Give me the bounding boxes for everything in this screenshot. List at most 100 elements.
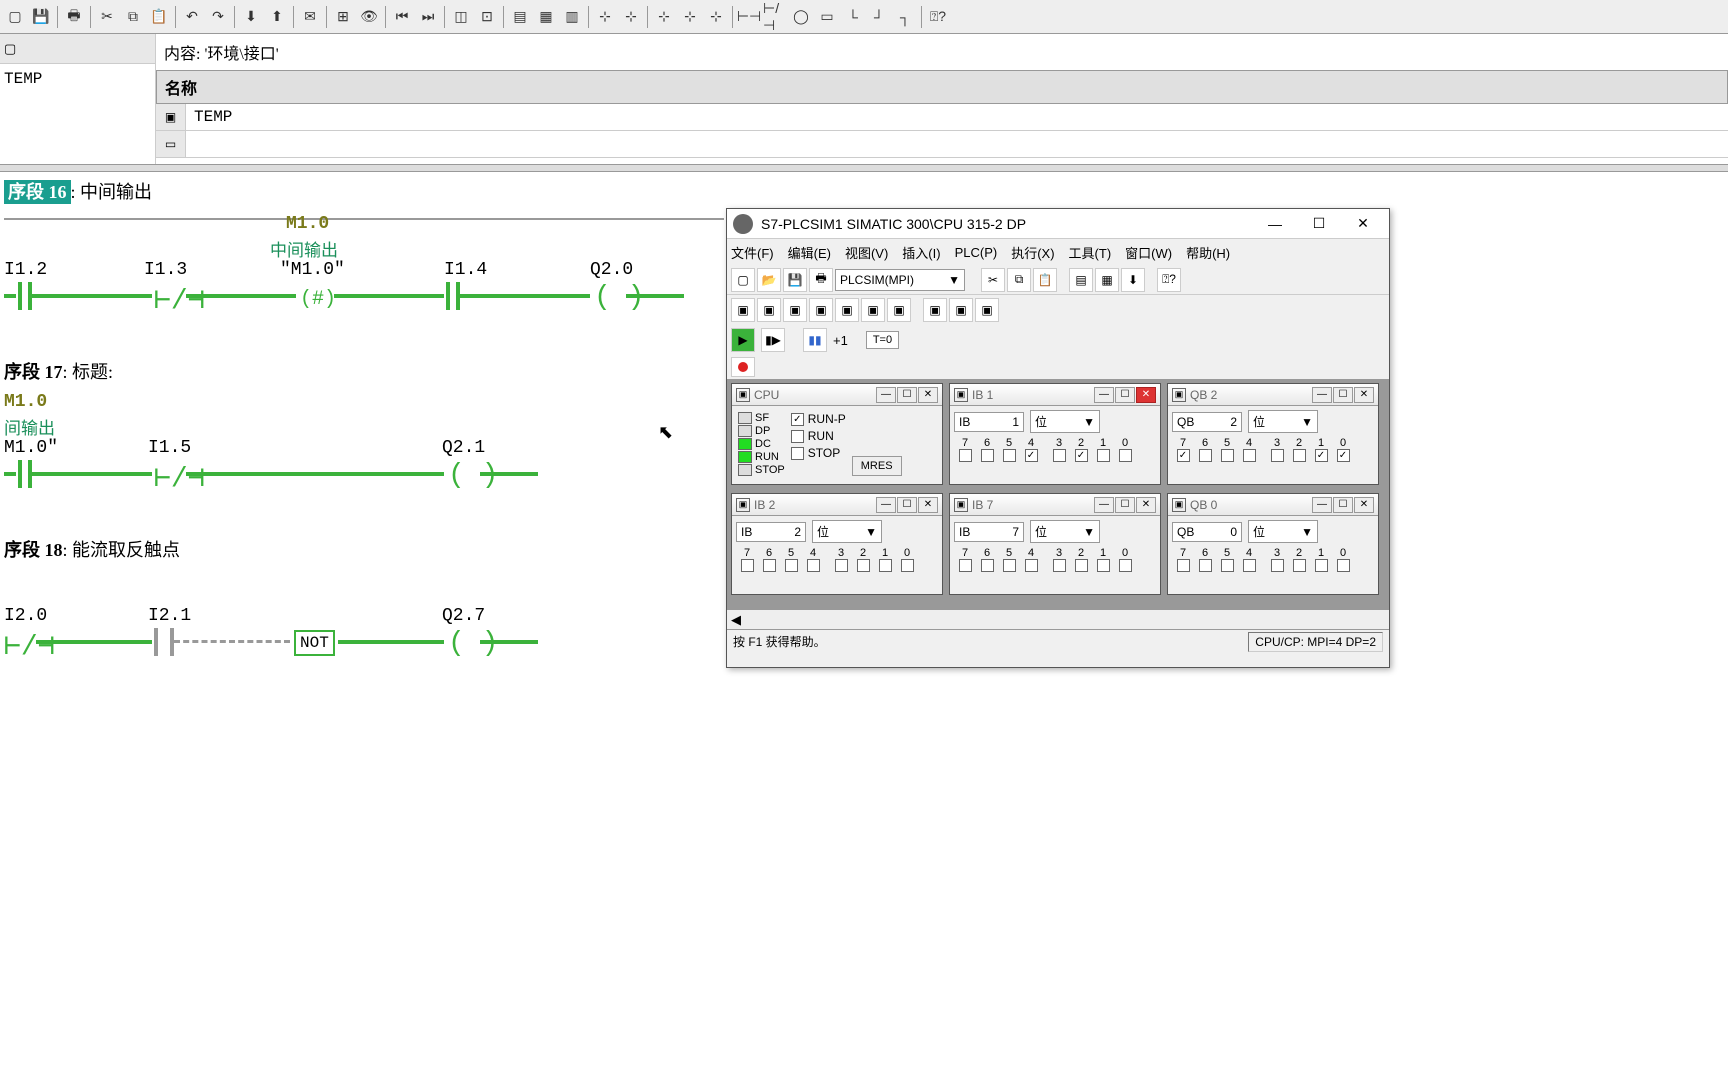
bit-checkbox[interactable] — [1119, 449, 1132, 462]
contact-no-icon[interactable]: ⊢⊣ — [736, 4, 762, 30]
bit-checkbox[interactable] — [1221, 449, 1234, 462]
bit-checkbox[interactable] — [1337, 559, 1350, 572]
menu-view[interactable]: 视图(V) — [845, 243, 888, 262]
download-icon[interactable]: ⬇ — [238, 4, 264, 30]
ib1-close-button[interactable]: ✕ — [1136, 387, 1156, 403]
network-icon[interactable]: ⊞ — [330, 4, 356, 30]
help-icon[interactable]: ⍰? — [925, 4, 951, 30]
bit-checkbox[interactable]: ✓ — [1075, 449, 1088, 462]
bit-checkbox[interactable] — [1315, 559, 1328, 572]
ib7-close-button[interactable]: ✕ — [1136, 497, 1156, 513]
coil-icon[interactable]: ◯ — [788, 4, 814, 30]
bit-checkbox[interactable] — [1293, 449, 1306, 462]
cut-icon[interactable]: ✂ — [981, 268, 1005, 292]
bit-checkbox[interactable] — [1003, 559, 1016, 572]
split-v-icon[interactable]: ⊡ — [474, 4, 500, 30]
bit-checkbox[interactable] — [1243, 449, 1256, 462]
bit-checkbox[interactable] — [981, 449, 994, 462]
new-icon[interactable]: ▢ — [731, 268, 755, 292]
ib2-format-combo[interactable]: 位▼ — [812, 520, 882, 543]
scroll-area[interactable]: ◀ — [727, 609, 1389, 629]
connection-combo[interactable]: PLCSIM(MPI)▼ — [835, 269, 965, 291]
qb0-min-button[interactable]: — — [1312, 497, 1332, 513]
bit-checkbox[interactable]: ✓ — [1337, 449, 1350, 462]
ib7-window[interactable]: ▣ IB 7 — ☐ ✕ IB7 位▼ 76543210 — [949, 493, 1161, 595]
mres-button[interactable]: MRES — [852, 456, 902, 476]
maximize-button[interactable]: ☐ — [1299, 212, 1339, 236]
insert-cpu-icon[interactable]: ▣ — [731, 298, 755, 322]
contact-nc-icon[interactable]: ⊢/⊣ — [762, 4, 788, 30]
redo-icon[interactable]: ↷ — [205, 4, 231, 30]
record-button[interactable] — [731, 357, 755, 377]
qb0-format-combo[interactable]: 位▼ — [1248, 520, 1318, 543]
bit-checkbox[interactable] — [901, 559, 914, 572]
ib7-format-combo[interactable]: 位▼ — [1030, 520, 1100, 543]
menu-plc[interactable]: PLC(P) — [955, 245, 998, 260]
bit-checkbox[interactable]: ✓ — [1315, 449, 1328, 462]
open-icon[interactable]: 📂 — [757, 268, 781, 292]
insert-var-icon[interactable]: ▣ — [887, 298, 911, 322]
arrange-icon[interactable]: ▥ — [559, 4, 585, 30]
bit-checkbox[interactable] — [1271, 559, 1284, 572]
undo-icon[interactable]: ↶ — [179, 4, 205, 30]
ib7-min-button[interactable]: — — [1094, 497, 1114, 513]
qb0-max-button[interactable]: ☐ — [1333, 497, 1353, 513]
bit-checkbox[interactable] — [1075, 559, 1088, 572]
print-icon[interactable]: 🖶 — [809, 268, 833, 292]
msg-icon[interactable]: ✉ — [297, 4, 323, 30]
menu-insert[interactable]: 插入(I) — [902, 243, 940, 262]
upload-icon[interactable]: ⬆ — [264, 4, 290, 30]
nav-last-icon[interactable]: ⏭ — [415, 4, 441, 30]
save-icon[interactable]: 💾 — [783, 268, 807, 292]
tool3-icon[interactable]: ⊹ — [651, 4, 677, 30]
bit-checkbox[interactable] — [1221, 559, 1234, 572]
bit-checkbox[interactable] — [835, 559, 848, 572]
branch-up-icon[interactable]: ┘ — [866, 4, 892, 30]
bit-checkbox[interactable] — [981, 559, 994, 572]
stop-checkbox[interactable] — [791, 447, 804, 460]
menu-exec[interactable]: 执行(X) — [1011, 243, 1054, 262]
t0-button[interactable]: T=0 — [866, 331, 899, 349]
qb2-min-button[interactable]: — — [1312, 387, 1332, 403]
ib2-close-button[interactable]: ✕ — [918, 497, 938, 513]
tile-icon[interactable]: ▦ — [533, 4, 559, 30]
menu-window[interactable]: 窗口(W) — [1125, 243, 1172, 262]
insert-block-icon[interactable]: ▣ — [975, 298, 999, 322]
branch-close-icon[interactable]: ┐ — [892, 4, 918, 30]
download-icon[interactable]: ⬇ — [1121, 268, 1145, 292]
bit-checkbox[interactable] — [1025, 559, 1038, 572]
empty-row[interactable]: ▭ — [156, 131, 1728, 158]
step-icon[interactable]: ▮▶ — [761, 328, 785, 352]
ib1-field[interactable]: IB1 — [954, 412, 1024, 432]
tile-icon[interactable]: ▦ — [1095, 268, 1119, 292]
qb0-field[interactable]: QB0 — [1172, 522, 1242, 542]
pause-icon[interactable]: ▮▮ — [803, 328, 827, 352]
qb2-format-combo[interactable]: 位▼ — [1248, 410, 1318, 433]
bit-checkbox[interactable] — [1243, 559, 1256, 572]
bit-checkbox[interactable] — [959, 449, 972, 462]
cpu-max-button[interactable]: ☐ — [897, 387, 917, 403]
bit-checkbox[interactable] — [1053, 449, 1066, 462]
bit-checkbox[interactable] — [1097, 449, 1110, 462]
bit-checkbox[interactable] — [1003, 449, 1016, 462]
menu-file[interactable]: 文件(F) — [731, 243, 774, 262]
paste-icon[interactable]: 📋 — [1033, 268, 1057, 292]
scroll-left-icon[interactable]: ◀ — [731, 612, 741, 628]
ib7-field[interactable]: IB7 — [954, 522, 1024, 542]
bit-checkbox[interactable] — [1271, 449, 1284, 462]
insert-ib-icon[interactable]: ▣ — [757, 298, 781, 322]
bit-checkbox[interactable] — [1177, 559, 1190, 572]
qb2-max-button[interactable]: ☐ — [1333, 387, 1353, 403]
copy-icon[interactable]: ⧉ — [120, 4, 146, 30]
temp-row[interactable]: ▣ TEMP — [156, 104, 1728, 131]
plcsim-window[interactable]: S7-PLCSIM1 SIMATIC 300\CPU 315-2 DP — ☐ … — [726, 208, 1390, 668]
insert-mb-icon[interactable]: ▣ — [809, 298, 833, 322]
bit-checkbox[interactable] — [1097, 559, 1110, 572]
bit-checkbox[interactable]: ✓ — [1025, 449, 1038, 462]
menu-edit[interactable]: 编辑(E) — [788, 243, 831, 262]
nav-first-icon[interactable]: ⏮ — [389, 4, 415, 30]
close-button[interactable]: ✕ — [1343, 212, 1383, 236]
bit-checkbox[interactable] — [1293, 559, 1306, 572]
ib1-max-button[interactable]: ☐ — [1115, 387, 1135, 403]
insert-t-icon[interactable]: ▣ — [835, 298, 859, 322]
